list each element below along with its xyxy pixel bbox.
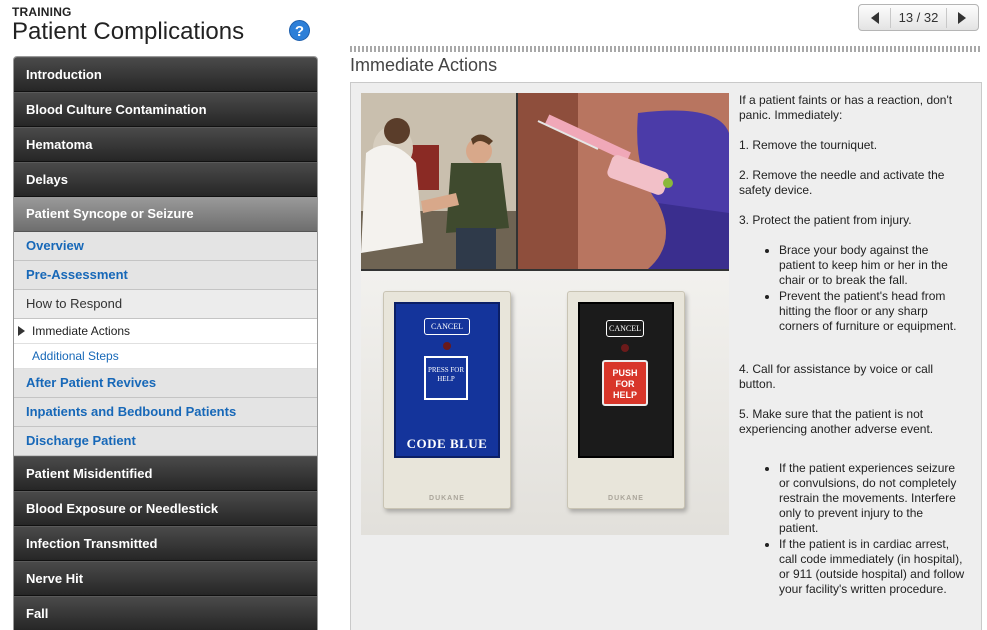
step-5-bullets: If the patient experiences seizure or co… [779, 461, 965, 597]
intro-paragraph: If a patient faints or has a reaction, d… [739, 93, 953, 122]
nav-fall[interactable]: Fall [14, 596, 317, 630]
page-counter: 13 / 32 [898, 10, 939, 25]
step-4: 4. Call for assistance by voice or call … [739, 362, 934, 391]
module-title: Patient Complications [12, 18, 245, 45]
code-blue-call-panel: CANCEL PRESS FOR HELP CODE BLUE DUKANE [383, 291, 511, 509]
photo-call-buttons: CANCEL PRESS FOR HELP CODE BLUE DUKANE C… [361, 271, 729, 535]
nav-additional-steps[interactable]: Additional Steps [14, 344, 317, 369]
code-blue-label: CODE BLUE [406, 436, 488, 451]
code-blue-plate: CANCEL PRESS FOR HELP CODE BLUE [394, 302, 500, 458]
nav-how-to-respond[interactable]: How to Respond [14, 290, 317, 319]
brand-label: DUKANE [608, 495, 644, 502]
title-stripe-divider [350, 46, 980, 52]
help-icon[interactable]: ? [289, 20, 310, 41]
step-1: 1. Remove the tourniquet. [739, 138, 878, 152]
bullet-item: Prevent the patient's head from hitting … [779, 289, 965, 334]
previous-page-button[interactable] [867, 9, 883, 27]
nav-blood-culture-contamination[interactable]: Blood Culture Contamination [14, 92, 317, 127]
page-title: Immediate Actions [350, 55, 498, 75]
nav-delays[interactable]: Delays [14, 162, 317, 197]
nav-immediate-actions-label: Immediate Actions [32, 324, 131, 338]
training-category: TRAINING [12, 5, 72, 19]
bullet-item: If the patient experiences seizure or co… [779, 461, 965, 536]
next-page-button[interactable] [954, 9, 970, 27]
push-for-help-plate: CANCEL PUSH FOR HELP [578, 302, 674, 458]
nav-after-patient-revives[interactable]: After Patient Revives [14, 369, 317, 398]
bullet-item: Brace your body against the patient to k… [779, 243, 965, 288]
pager-divider [890, 7, 892, 28]
step-3-bullets: Brace your body against the patient to k… [779, 243, 965, 334]
illustration-photo: CANCEL PRESS FOR HELP CODE BLUE DUKANE C… [361, 93, 729, 535]
step-2: 2. Remove the needle and activate the sa… [739, 168, 945, 197]
current-page-arrow-icon [18, 326, 25, 336]
nav-overview[interactable]: Overview [14, 232, 317, 261]
push-for-help-call-panel: CANCEL PUSH FOR HELP DUKANE [567, 291, 685, 509]
module-navigation: Introduction Blood Culture Contamination… [13, 56, 318, 630]
cancel-label: CANCEL [424, 318, 470, 335]
photo-divider [516, 93, 518, 269]
content-panel: CANCEL PRESS FOR HELP CODE BLUE DUKANE C… [350, 82, 982, 630]
arrow-right-icon [957, 11, 966, 24]
indicator-lamp [621, 344, 629, 352]
page-navigator: 13 / 32 [858, 4, 979, 31]
nav-pre-assessment[interactable]: Pre-Assessment [14, 261, 317, 290]
fainting-patient-illustration [361, 93, 516, 269]
nav-immediate-actions[interactable]: Immediate Actions [14, 319, 317, 344]
photo-fainting-patient [361, 93, 516, 269]
nav-introduction[interactable]: Introduction [14, 57, 317, 92]
brand-label: DUKANE [429, 495, 465, 502]
training-app: TRAINING Patient Complications ? 13 / 32… [0, 0, 987, 630]
step-3: 3. Protect the patient from injury. [739, 213, 912, 227]
step-5: 5. Make sure that the patient is not exp… [739, 407, 934, 436]
nav-patient-misidentified[interactable]: Patient Misidentified [14, 456, 317, 491]
nav-discharge-patient[interactable]: Discharge Patient [14, 427, 317, 456]
arrow-left-icon [871, 11, 879, 24]
nav-hematoma[interactable]: Hematoma [14, 127, 317, 162]
push-for-help-label: PUSH FOR HELP [602, 360, 648, 406]
indicator-lamp [443, 342, 451, 350]
cancel-label: CANCEL [606, 320, 644, 337]
pager-divider [945, 7, 947, 28]
bullet-item: If the patient is in cardiac arrest, cal… [779, 537, 965, 597]
photo-needle-safety-device [518, 93, 729, 269]
nav-infection-transmitted[interactable]: Infection Transmitted [14, 526, 317, 561]
instructions-text: If a patient faints or has a reaction, d… [739, 93, 965, 611]
needle-safety-illustration [518, 93, 729, 269]
nav-inpatients-and-bedbound-patients[interactable]: Inpatients and Bedbound Patients [14, 398, 317, 427]
nav-nerve-hit[interactable]: Nerve Hit [14, 561, 317, 596]
press-for-help-label: PRESS FOR HELP [424, 356, 468, 400]
nav-patient-syncope-or-seizure[interactable]: Patient Syncope or Seizure [14, 197, 317, 232]
nav-blood-exposure-or-needlestick[interactable]: Blood Exposure or Needlestick [14, 491, 317, 526]
